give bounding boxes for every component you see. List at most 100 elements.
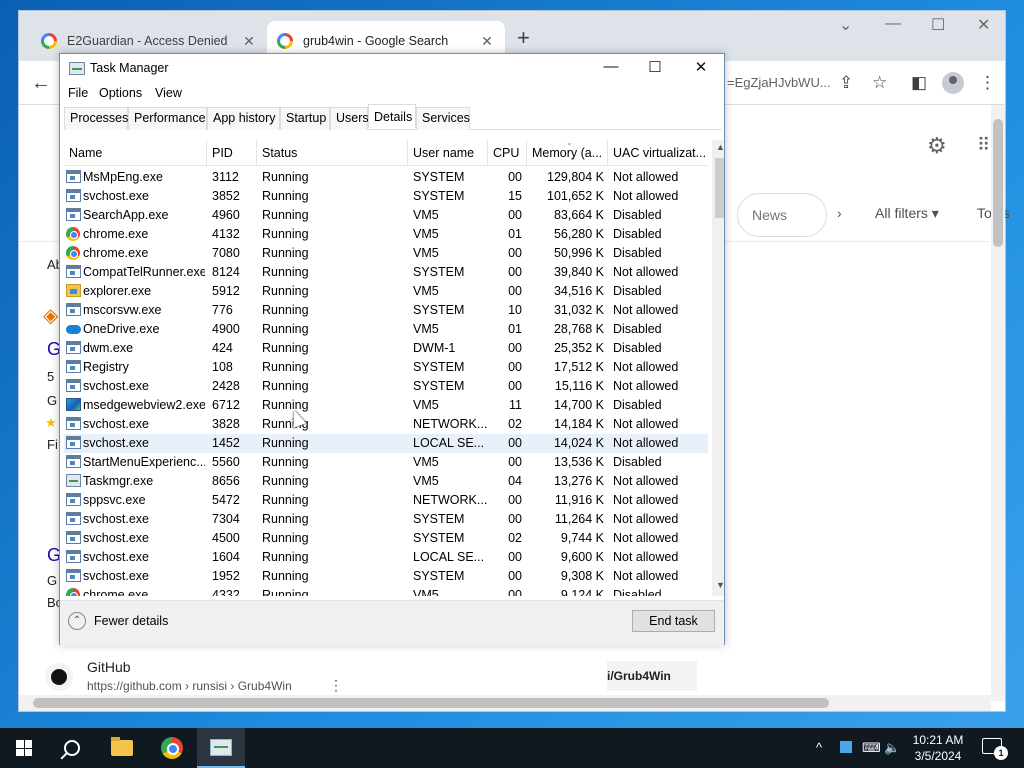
table-row[interactable]: svchost.exe 1452 Running LOCAL SE... 00 14,02… xyxy=(64,434,708,453)
table-row[interactable]: dwm.exe 424 Running DWM-1 00 25,352 K Disabled xyxy=(64,339,708,358)
tab-services[interactable]: Services xyxy=(416,107,470,130)
task-manager-icon xyxy=(69,62,85,75)
task-manager-window: Task Manager — ☐ ✕ File Options View Pro… xyxy=(59,53,725,646)
table-row[interactable]: sppsvc.exe 5472 Running NETWORK... 00 11,916 … xyxy=(64,491,708,510)
cell-user: DWM-1 xyxy=(413,341,456,355)
cell-cpu: 11 xyxy=(509,398,522,412)
search-button[interactable] xyxy=(48,728,96,768)
table-row[interactable]: svchost.exe 1952 Running SYSTEM 00 9,308 K Not… xyxy=(64,567,708,586)
task-manager-titlebar[interactable]: Task Manager — ☐ ✕ xyxy=(60,54,724,84)
network-icon[interactable]: ⌨ xyxy=(862,740,881,756)
table-row[interactable]: mscorsvw.exe 776 Running SYSTEM 10 31,032 K No… xyxy=(64,301,708,320)
table-row[interactable]: CompatTelRunner.exe 8124 Running SYSTEM 00 39… xyxy=(64,263,708,282)
table-row[interactable]: svchost.exe 7304 Running SYSTEM 00 11,264 K No… xyxy=(64,510,708,529)
volume-muted-icon[interactable]: 🔈 xyxy=(884,740,900,756)
close-button[interactable]: ✕ xyxy=(686,58,716,76)
process-icon xyxy=(66,303,81,316)
result-fragment: 5 xyxy=(47,369,55,384)
cell-cpu: 00 xyxy=(508,569,522,583)
side-panel-icon[interactable]: ◧ xyxy=(911,73,927,93)
table-row[interactable]: chrome.exe 4132 Running VM5 01 56,280 K Disabl… xyxy=(64,225,708,244)
table-row[interactable]: explorer.exe 5912 Running VM5 00 34,516 K Disa… xyxy=(64,282,708,301)
result-fragment: Fi xyxy=(47,437,58,452)
new-tab-button[interactable]: + xyxy=(517,25,530,51)
tab-close-icon[interactable]: ✕ xyxy=(241,33,257,50)
table-row[interactable]: svchost.exe 3828 Running NETWORK... 02 14,184… xyxy=(64,415,708,434)
filter-news[interactable]: News xyxy=(737,193,827,237)
system-clock[interactable]: 10:21 AM 3/5/2024 xyxy=(902,732,974,764)
google-apps-icon[interactable]: ⠿ xyxy=(977,135,990,156)
process-icon xyxy=(66,474,81,487)
process-icon xyxy=(66,170,81,183)
scrollbar-thumb[interactable] xyxy=(33,698,829,708)
tab-processes[interactable]: Processes xyxy=(64,107,128,130)
share-icon[interactable]: ⇪ xyxy=(839,73,853,93)
table-row[interactable]: svchost.exe 2428 Running SYSTEM 00 15,116 K No… xyxy=(64,377,708,396)
cell-status: Running xyxy=(262,322,309,336)
profile-avatar-icon[interactable] xyxy=(942,72,964,94)
column-pid[interactable]: PID xyxy=(207,140,257,166)
cell-name: svchost.exe xyxy=(83,512,150,526)
menu-options[interactable]: Options xyxy=(99,86,142,100)
grid-vertical-scrollbar[interactable]: ▲ ▼ xyxy=(712,140,724,596)
table-row[interactable]: MsMpEng.exe 3112 Running SYSTEM 00 129,804 K N… xyxy=(64,168,708,187)
column-user-name[interactable]: User name xyxy=(408,140,488,166)
table-row[interactable]: StartMenuExperienc... 5560 Running VM5 00 13,… xyxy=(64,453,708,472)
chrome-menu-icon[interactable]: ⋮ xyxy=(979,73,996,93)
chrome-restore-button[interactable]: ☐ xyxy=(931,15,945,35)
more-options-icon[interactable]: ⋮ xyxy=(329,677,343,694)
column-status[interactable]: Status xyxy=(257,140,408,166)
scrollbar-thumb[interactable] xyxy=(993,119,1003,247)
column-name[interactable]: Name xyxy=(64,140,207,166)
chevron-right-icon[interactable]: › xyxy=(837,205,842,221)
scroll-up-icon[interactable]: ▲ xyxy=(712,142,724,152)
tab-performance[interactable]: Performance xyxy=(128,107,207,130)
fewer-details-link[interactable]: Fewer details xyxy=(94,614,168,628)
tab-details[interactable]: Details xyxy=(368,104,416,128)
taskbar-chrome[interactable] xyxy=(148,728,196,768)
taskbar-task-manager[interactable] xyxy=(197,728,245,768)
table-row[interactable]: SearchApp.exe 4960 Running VM5 00 83,664 K Dis… xyxy=(64,206,708,225)
chrome-minimize-button[interactable]: — xyxy=(885,15,901,33)
result-thumbnail[interactable]: i/Grub4Win xyxy=(607,661,697,691)
menu-view[interactable]: View xyxy=(155,86,182,100)
github-result-name[interactable]: GitHub xyxy=(87,659,131,675)
tab-close-icon[interactable]: ✕ xyxy=(479,33,495,50)
page-horizontal-scrollbar[interactable] xyxy=(19,695,991,711)
chrome-close-button[interactable]: ✕ xyxy=(977,15,990,35)
tab-users[interactable]: Users xyxy=(330,107,369,130)
maximize-button[interactable]: ☐ xyxy=(640,58,670,76)
github-result-url[interactable]: https://github.com › runsisi › Grub4Win xyxy=(87,679,292,693)
tray-app-icon[interactable] xyxy=(840,741,852,753)
all-filters-button[interactable]: All filters ▾ xyxy=(875,205,939,222)
scroll-down-icon[interactable]: ▼ xyxy=(712,580,724,590)
settings-gear-icon[interactable]: ⚙ xyxy=(927,133,947,159)
tab-list-icon[interactable]: ⌄ xyxy=(839,15,852,35)
address-bar-text[interactable]: =EgZjaHJvbWU... xyxy=(727,75,831,90)
tab-startup[interactable]: Startup xyxy=(280,107,330,130)
start-button[interactable] xyxy=(0,728,48,768)
show-hidden-icons[interactable]: ^ xyxy=(816,740,822,755)
table-row[interactable]: Taskmgr.exe 8656 Running VM5 04 13,276 K Not a… xyxy=(64,472,708,491)
chevron-up-icon[interactable]: ⌃ xyxy=(68,612,86,630)
table-row[interactable]: svchost.exe 3852 Running SYSTEM 15 101,652 K N… xyxy=(64,187,708,206)
table-row[interactable]: svchost.exe 4500 Running SYSTEM 02 9,744 K Not… xyxy=(64,529,708,548)
table-row[interactable]: chrome.exe 7080 Running VM5 00 50,996 K Disabl… xyxy=(64,244,708,263)
table-row[interactable]: msedgewebview2.exe 6712 Running VM5 11 14,700… xyxy=(64,396,708,415)
scrollbar-thumb[interactable] xyxy=(715,158,724,218)
table-row[interactable]: chrome.exe 4332 Running VM5 00 9,124 K Disable… xyxy=(64,586,708,596)
back-button[interactable]: ← xyxy=(31,72,51,95)
taskbar-file-explorer[interactable] xyxy=(98,728,146,768)
page-vertical-scrollbar[interactable] xyxy=(991,105,1005,701)
cell-pid: 1452 xyxy=(212,436,240,450)
table-row[interactable]: Registry 108 Running SYSTEM 00 17,512 K Not al… xyxy=(64,358,708,377)
bookmark-star-icon[interactable]: ☆ xyxy=(872,73,887,93)
tab-app-history[interactable]: App history xyxy=(207,107,280,130)
column-uac-virtualization[interactable]: UAC virtualizat... xyxy=(608,140,708,166)
minimize-button[interactable]: — xyxy=(596,58,626,75)
column-cpu[interactable]: CPU xyxy=(488,140,527,166)
end-task-button[interactable]: End task xyxy=(632,610,715,632)
menu-file[interactable]: File xyxy=(68,86,88,100)
table-row[interactable]: svchost.exe 1604 Running LOCAL SE... 00 9,600… xyxy=(64,548,708,567)
table-row[interactable]: OneDrive.exe 4900 Running VM5 01 28,768 K Disa… xyxy=(64,320,708,339)
